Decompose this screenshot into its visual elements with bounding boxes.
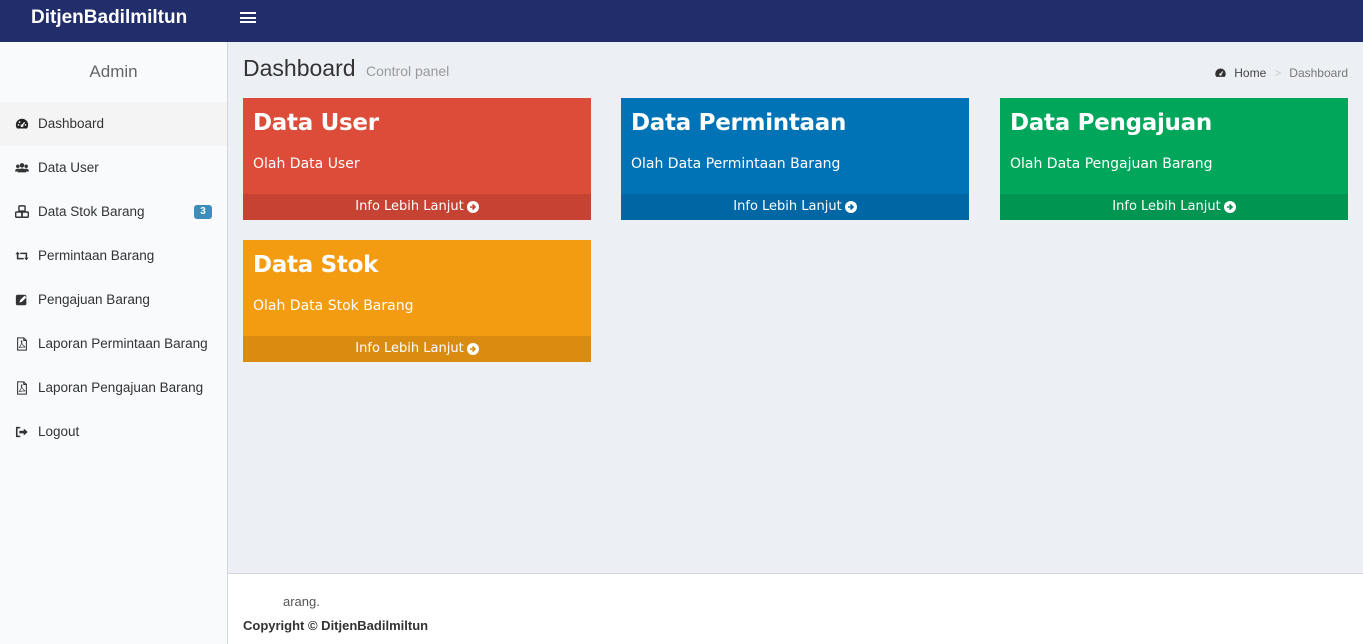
breadcrumb-current: Dashboard [1289,66,1348,80]
sidebar-item-label: Permintaan Barang [38,248,155,263]
sidebar-item-data-stok-barang[interactable]: Data Stok Barang 3 [0,190,227,234]
box-description: Olah Data User [253,156,360,172]
sidebar: Admin Dashboard Data User Data Stok Bara… [0,42,228,644]
sidebar-item-label: Data Stok Barang [38,204,145,219]
breadcrumb: Home > Dashboard [1214,66,1348,80]
retweet-icon [15,251,29,261]
dashboard-icon [1215,68,1226,77]
box-description: Olah Data Stok Barang [253,298,414,314]
breadcrumb-home[interactable]: Home [1214,66,1266,80]
box-link-label: Info Lebih Lanjut [355,199,464,214]
box-link-label: Info Lebih Lanjut [1112,199,1221,214]
sidebar-item-pengajuan-barang[interactable]: Pengajuan Barang [0,278,227,322]
sidebar-item-laporan-pengajuan[interactable]: Laporan Pengajuan Barang [0,366,227,410]
sidebar-item-permintaan-barang[interactable]: Permintaan Barang [0,234,227,278]
arrow-circle-right-icon [466,343,479,355]
sidebar-item-label: Laporan Pengajuan Barang [38,380,204,395]
arrow-circle-right-icon [844,201,857,213]
footer-text: arang. [283,594,320,609]
edit-icon [15,294,27,306]
box-link-label: Info Lebih Lanjut [355,341,464,356]
box-title: Data Permintaan [631,110,847,136]
page-subtitle: Control panel [365,63,450,79]
sidebar-item-label: Pengajuan Barang [38,292,150,307]
stock-count-badge: 3 [194,205,212,219]
sidebar-item-label: Laporan Permintaan Barang [38,336,208,351]
box-description: Olah Data Pengajuan Barang [1010,156,1213,172]
box-more-info-link[interactable]: Info Lebih Lanjut [1000,194,1348,220]
box-title: Data User [253,110,379,136]
sidebar-item-laporan-permintaan[interactable]: Laporan Permintaan Barang [0,322,227,366]
sidebar-item-label: Logout [38,424,80,439]
box-data-user: Data User Olah Data User Info Lebih Lanj… [243,98,591,220]
box-more-info-link[interactable]: Info Lebih Lanjut [243,194,591,220]
box-data-pengajuan: Data Pengajuan Olah Data Pengajuan Baran… [1000,98,1348,220]
arrow-circle-right-icon [466,201,479,213]
arrow-circle-right-icon [1223,201,1236,213]
box-description: Olah Data Permintaan Barang [631,156,841,172]
sidebar-item-dashboard[interactable]: Dashboard [0,102,227,146]
menu-toggle-icon[interactable] [240,10,256,26]
pdf-icon [17,381,27,395]
sidebar-user: Admin [89,62,138,81]
page-title: Dashboard [243,55,356,81]
box-more-info-link[interactable]: Info Lebih Lanjut [243,336,591,362]
box-title: Data Stok [253,252,379,278]
box-data-stok: Data Stok Olah Data Stok Barang Info Leb… [243,240,591,362]
page-footer: arang. Copyright © DitjenBadilmiltun [228,573,1363,644]
dashboard-icon [15,118,29,129]
box-data-permintaan: Data Permintaan Olah Data Permintaan Bar… [621,98,969,220]
sign-out-icon [15,426,28,438]
cubes-icon [15,205,29,218]
box-title: Data Pengajuan [1010,110,1212,136]
brand-logo[interactable]: DitjenBadilmiltun [0,0,228,42]
box-more-info-link[interactable]: Info Lebih Lanjut [621,194,969,220]
sidebar-item-label: Data User [38,160,99,175]
breadcrumb-home-label: Home [1234,66,1267,80]
breadcrumb-separator: > [1274,66,1282,80]
content-header: Dashboard Control panel [243,55,449,82]
sidebar-item-label: Dashboard [38,116,105,131]
copyright-text: Copyright © DitjenBadilmiltun [243,618,429,633]
sidebar-item-data-user[interactable]: Data User [0,146,227,190]
box-link-label: Info Lebih Lanjut [733,199,842,214]
top-navbar: DitjenBadilmiltun [0,0,1363,42]
sidebar-item-logout[interactable]: Logout [0,410,227,454]
pdf-icon [17,337,27,351]
users-icon [15,163,29,173]
